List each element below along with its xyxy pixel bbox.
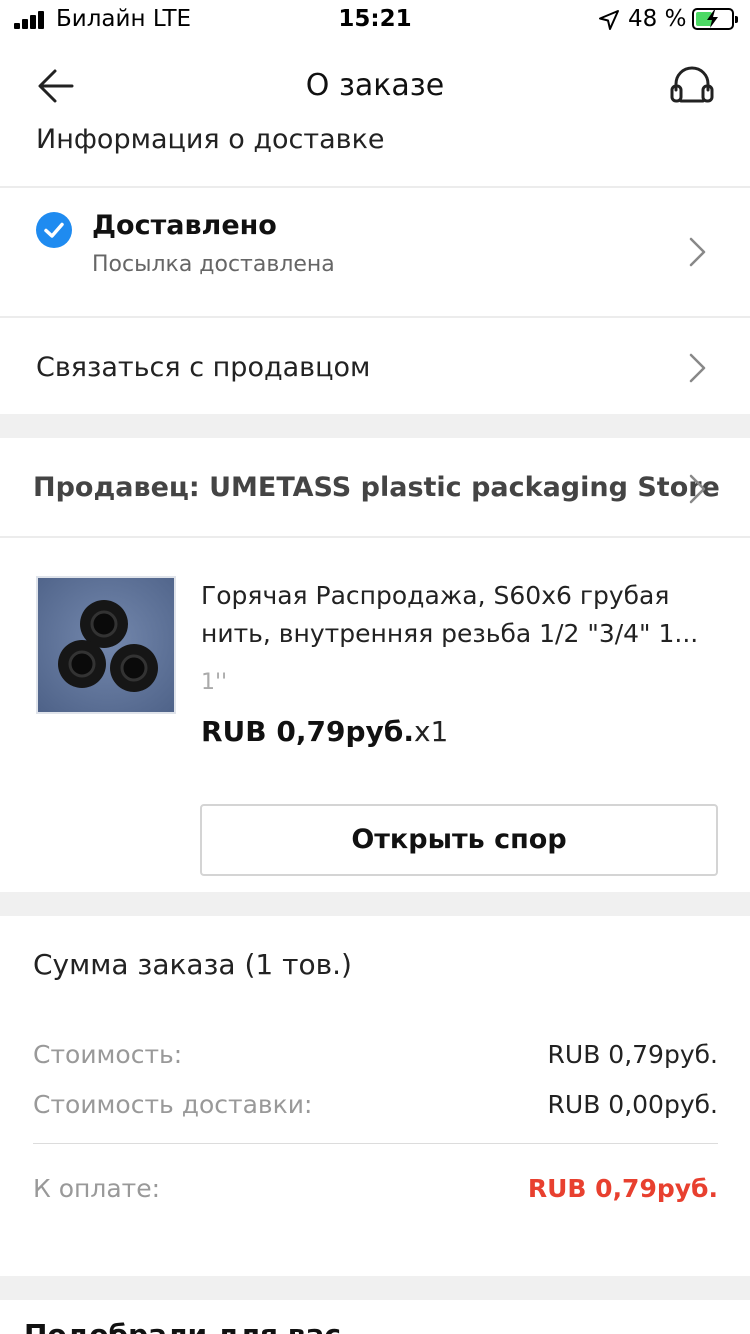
- delivery-info-heading: Информация о доставке: [36, 124, 385, 155]
- recommendations-heading: Подобрали для вас: [24, 1318, 341, 1334]
- divider: [33, 1143, 718, 1144]
- product-quantity: x1: [413, 715, 449, 748]
- chevron-right-icon: [689, 353, 706, 383]
- section-gap: [0, 892, 750, 916]
- section-gap: [0, 414, 750, 438]
- product-variant: 1'': [201, 670, 228, 695]
- check-circle-icon: [36, 212, 72, 248]
- headset-support-icon[interactable]: [668, 64, 716, 108]
- battery-percent: 48 %: [628, 6, 687, 32]
- contact-seller-row[interactable]: Связаться с продавцом: [0, 318, 750, 414]
- total-label: К оплате:: [33, 1174, 161, 1203]
- product-title-line: Горячая Распродажа, S60x6 грубая: [201, 581, 670, 610]
- divider: [0, 536, 750, 538]
- shipping-value: RUB 0,00руб.: [547, 1090, 718, 1119]
- page-title: О заказе: [305, 68, 445, 103]
- delivery-status-subtitle: Посылка доставлена: [92, 252, 335, 277]
- order-summary-title: Сумма заказа (1 тов.): [33, 948, 352, 981]
- nav-bar: О заказе: [0, 52, 750, 116]
- section-gap: [0, 1276, 750, 1300]
- delivery-status-title: Доставлено: [92, 210, 277, 241]
- battery-icon: [692, 8, 738, 30]
- seller-name: Продавец: UMETASS plastic packaging Stor…: [33, 472, 720, 503]
- product-title[interactable]: Горячая Распродажа, S60x6 грубая нить, в…: [201, 577, 721, 653]
- open-dispute-button[interactable]: Открыть спор: [200, 804, 718, 876]
- seller-row[interactable]: Продавец: UMETASS plastic packaging Stor…: [0, 438, 750, 536]
- charging-bolt-icon: [707, 10, 718, 28]
- status-bar: Билайн LTE 15:21 48 %: [0, 0, 750, 40]
- product-price: RUB 0,79руб.: [201, 715, 414, 748]
- location-arrow-icon: [599, 10, 619, 30]
- cost-value: RUB 0,79руб.: [547, 1040, 718, 1069]
- chevron-right-icon: [689, 474, 706, 504]
- contact-seller-label: Связаться с продавцом: [36, 352, 371, 383]
- product-image[interactable]: [36, 576, 176, 714]
- product-title-line: нить, внутренняя резьба 1/2 "3/4" 1...: [201, 619, 699, 648]
- cost-label: Стоимость:: [33, 1040, 183, 1069]
- delivery-status-row[interactable]: Доставлено Посылка доставлена: [0, 188, 750, 316]
- total-value: RUB 0,79руб.: [527, 1174, 718, 1203]
- chevron-right-icon: [689, 237, 706, 267]
- product-price-line: RUB 0,79руб.x1: [201, 715, 448, 748]
- shipping-label: Стоимость доставки:: [33, 1090, 313, 1119]
